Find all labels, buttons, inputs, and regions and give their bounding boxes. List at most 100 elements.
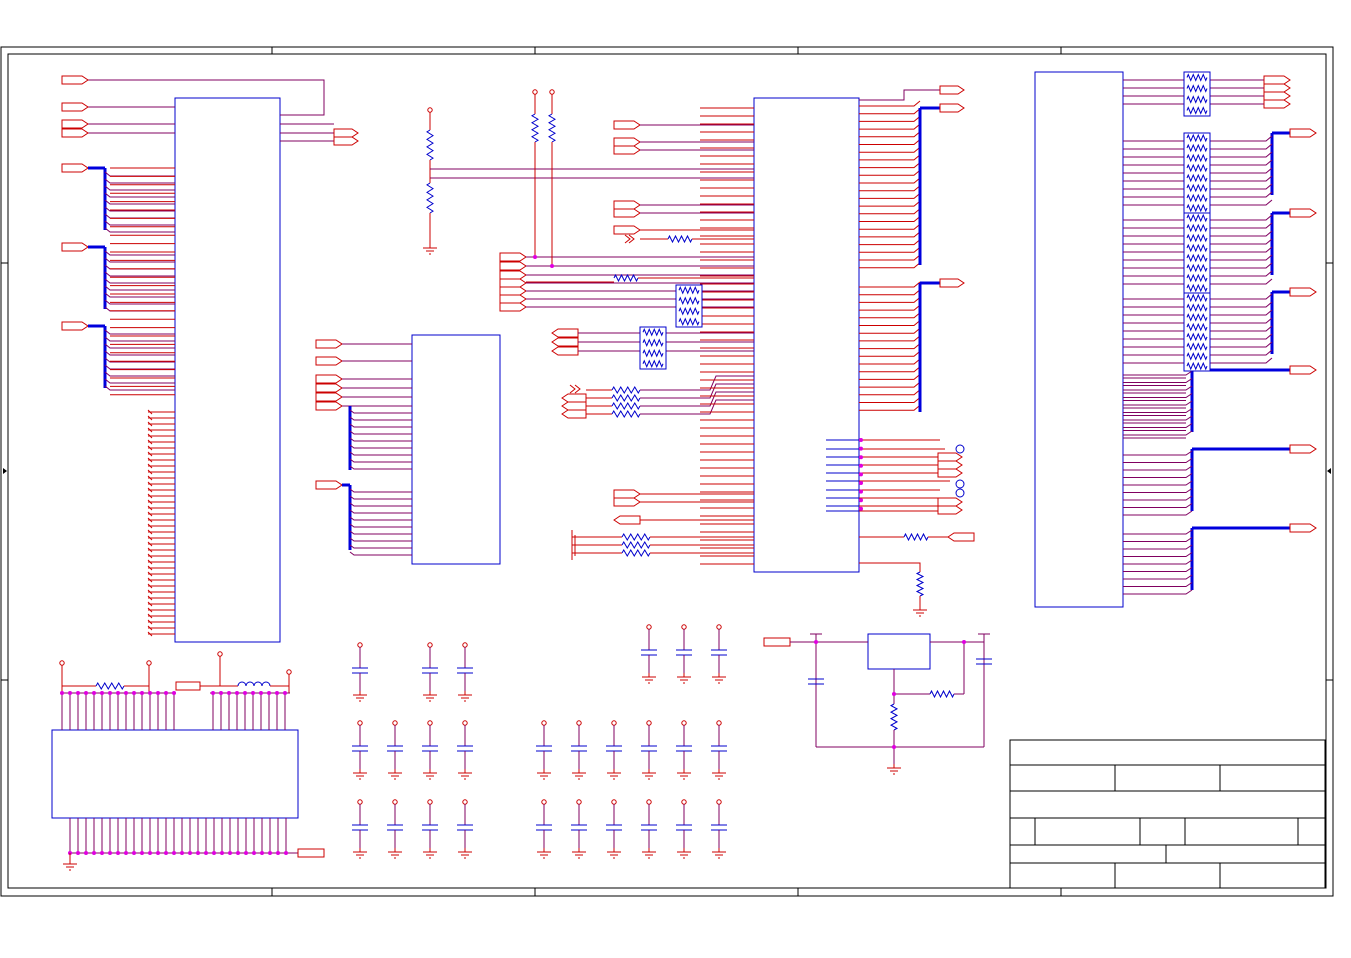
off-page-port-icon <box>1289 365 1317 375</box>
capacitor-icon <box>387 799 403 859</box>
junction-dot-icon <box>892 692 896 696</box>
junction-dot-icon <box>268 851 272 855</box>
power-pin-icon <box>646 799 652 805</box>
ground-icon <box>537 848 551 859</box>
off-page-port-icon <box>937 497 963 507</box>
off-page-port-icon <box>499 270 527 280</box>
off-page-port-icon <box>939 103 965 113</box>
power-pin-icon <box>392 799 398 805</box>
capacitor-icon <box>676 799 692 859</box>
power-pin-icon <box>541 720 547 726</box>
junction-dot-icon <box>814 640 818 644</box>
junction-dot-icon <box>92 851 96 855</box>
junction-dot-icon <box>283 691 287 695</box>
capacitor-icon <box>641 720 657 780</box>
junction-dot-icon <box>251 691 255 695</box>
ic-u4-body <box>1034 71 1124 608</box>
junction-dot-icon <box>859 446 863 451</box>
junction-dot-icon <box>236 851 240 855</box>
off-page-port-icon <box>61 75 89 85</box>
inductor-icon <box>237 681 271 687</box>
junction-dot-icon <box>859 455 863 460</box>
junction-dot-icon <box>100 851 104 855</box>
resistor-icon <box>915 571 925 597</box>
power-pin-icon <box>611 799 617 805</box>
power-pin-icon <box>541 799 547 805</box>
junction-dot-icon <box>259 691 263 695</box>
power-pin-icon <box>427 720 433 726</box>
power-pin-icon <box>462 799 468 805</box>
off-page-port-icon <box>947 532 975 542</box>
test-point-icon <box>955 479 965 489</box>
junction-dot-icon <box>148 691 152 695</box>
capacitor-icon <box>387 720 403 780</box>
off-page-port-icon <box>1289 523 1317 533</box>
off-page-port-icon <box>937 505 963 515</box>
junction-dot-icon <box>892 745 896 749</box>
off-page-port-icon <box>499 294 527 304</box>
off-page-port-icon <box>613 137 641 147</box>
resistor-icon <box>426 182 434 214</box>
ic-u3-body <box>753 97 860 573</box>
off-page-port-icon <box>613 120 641 130</box>
off-page-port-icon <box>613 145 641 155</box>
off-page-port-icon <box>937 460 963 470</box>
decoupling-capacitors <box>352 624 727 859</box>
junction-dot-icon <box>132 851 136 855</box>
ground-icon <box>712 848 726 859</box>
junction-dot-icon <box>859 438 863 442</box>
off-page-port-icon <box>1263 83 1291 93</box>
off-page-port-icon <box>61 163 89 173</box>
junction-dot-icon <box>267 691 271 695</box>
junction-dot-icon <box>84 691 88 695</box>
junction-dot-icon <box>108 851 112 855</box>
capacitor-icon <box>711 624 727 684</box>
junction-dot-icon <box>859 463 863 468</box>
resistor-icon <box>548 113 556 143</box>
power-pin-icon <box>646 720 652 726</box>
junction-dot-icon <box>156 691 160 695</box>
off-page-port-icon <box>333 128 359 138</box>
off-page-port-icon <box>613 225 641 235</box>
resistor-network-rn1 <box>675 284 703 328</box>
resistor-icon <box>611 394 641 402</box>
capacitor-icon <box>606 720 622 780</box>
ground-icon <box>458 848 472 859</box>
power-pin-icon <box>357 799 363 805</box>
off-page-port-icon <box>1263 99 1291 109</box>
resistor-icon <box>611 402 641 410</box>
u4-wiring <box>1123 75 1317 595</box>
ground-icon <box>423 244 437 255</box>
ground-icon <box>642 673 656 684</box>
off-page-port-icon <box>61 102 89 112</box>
ground-icon <box>677 848 691 859</box>
ground-icon <box>607 848 621 859</box>
junction-dot-icon <box>124 851 128 855</box>
resistor-icon <box>613 273 639 283</box>
ground-icon <box>572 769 586 780</box>
capacitor-icon <box>352 642 368 702</box>
power-pin-icon <box>646 624 652 630</box>
junction-dot-icon <box>228 851 232 855</box>
capacitor-icon <box>711 799 727 859</box>
ground-icon <box>423 848 437 859</box>
junction-dot-icon <box>211 691 215 695</box>
junction-dot-icon <box>100 691 104 695</box>
off-page-port-icon <box>1263 91 1291 101</box>
power-pin-icon <box>59 660 65 666</box>
junction-dot-icon <box>76 691 80 695</box>
ground-icon <box>353 769 367 780</box>
junction-dot-icon <box>92 691 96 695</box>
off-page-port-icon <box>297 848 325 858</box>
resistor-network-rn4 <box>1183 132 1211 214</box>
capacitor-icon <box>422 642 438 702</box>
ground-icon <box>63 860 77 871</box>
resistor-icon <box>929 689 955 699</box>
resistor-networks <box>639 71 1211 372</box>
junction-dot-icon <box>276 851 280 855</box>
off-page-port-icon <box>763 637 791 647</box>
junction-dot-icon <box>60 691 64 695</box>
off-page-port-icon <box>61 242 89 252</box>
resistor-icon <box>889 703 899 731</box>
junction-dot-icon <box>220 851 224 855</box>
